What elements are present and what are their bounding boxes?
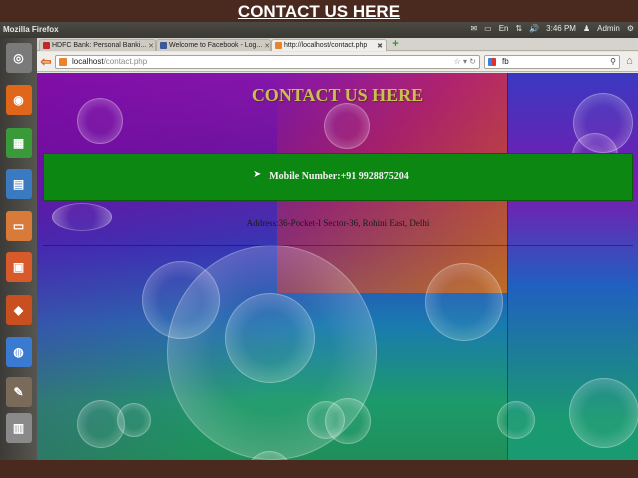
launcher-item[interactable]: ✎ — [3, 374, 34, 410]
software-center-icon: ◆ — [5, 295, 32, 325]
bubble — [497, 401, 535, 439]
search-bar[interactable]: fb ⚲ — [484, 55, 620, 69]
search-engine-icon[interactable] — [488, 58, 496, 66]
tab-label: Welcome to Facebook - Log... — [169, 42, 263, 49]
bottom-bar — [0, 460, 638, 478]
reload-icon[interactable]: ↻ — [469, 57, 476, 66]
launcher-item[interactable]: ▦ — [3, 125, 34, 161]
bubble — [117, 403, 151, 437]
calc-icon: ▦ — [5, 128, 32, 158]
bubble — [425, 263, 503, 341]
page-viewport: CONTACT US HERE Mobile Number:+91 992887… — [37, 73, 638, 460]
page-heading: CONTACT US HERE — [251, 85, 424, 105]
network-icon[interactable]: ⇅ — [516, 24, 523, 33]
user-icon[interactable]: ♟ — [583, 24, 590, 33]
system-tray: ✉ ▭ En ⇅ 🔊 3:46 PM ♟ Admin ⚙ — [470, 24, 634, 33]
mobile-number: Mobile Number:+91 9928875204 — [269, 171, 409, 182]
launcher-item[interactable]: ▣ — [3, 249, 34, 285]
bubble — [225, 293, 315, 383]
system-top-bar: Mozilla Firefox ✉ ▭ En ⇅ 🔊 3:46 PM ♟ Adm… — [0, 22, 638, 38]
url-tools: ☆ ▾ ↻ — [454, 56, 476, 68]
presentation-icon: ▣ — [5, 252, 32, 282]
firefox-icon: ◉ — [5, 85, 32, 115]
launcher-item[interactable]: ▤ — [3, 166, 34, 202]
tab-bar: HDFC Bank: Personal Banki... ✕ Welcome t… — [37, 38, 638, 51]
dropdown-icon[interactable]: ▾ — [463, 57, 467, 66]
tab-label: http://localhost/contact.php — [284, 42, 368, 49]
address-panel: Address:36-Pocket-I Sector-36, Rohini Ea… — [43, 201, 633, 246]
facebook-favicon-icon — [160, 42, 167, 49]
bubble — [324, 103, 370, 149]
url-path: /contact.php — [103, 57, 148, 66]
new-tab-button[interactable]: + — [390, 39, 401, 50]
launcher-item[interactable]: ◉ — [3, 82, 34, 118]
browser-window: HDFC Bank: Personal Banki... ✕ Welcome t… — [37, 38, 638, 460]
mouse-cursor-icon: ➤ — [253, 169, 262, 180]
keyboard-icon[interactable]: En — [499, 24, 509, 33]
launcher-item[interactable]: ▥ — [3, 410, 34, 446]
tab-contact[interactable]: http://localhost/contact.php ✖ — [271, 39, 387, 51]
bubble — [325, 398, 371, 444]
volume-icon[interactable]: 🔊 — [529, 24, 539, 33]
launcher: ◎ ◉ ▦ ▤ ▭ ▣ ◆ ◍ ✎ ▥ — [0, 38, 37, 460]
page-favicon-icon — [275, 42, 282, 49]
files-icon: ▭ — [5, 211, 32, 241]
site-identity-icon[interactable] — [59, 58, 67, 66]
gear-icon[interactable]: ⚙ — [627, 24, 634, 33]
mail-icon[interactable]: ✉ — [470, 24, 477, 33]
impress-icon: ▤ — [5, 169, 32, 199]
clock[interactable]: 3:46 PM — [546, 24, 576, 33]
close-tab-icon[interactable]: ✕ — [148, 42, 154, 50]
address-text: Address:36-Pocket-I Sector-36, Rohini Ea… — [246, 218, 430, 228]
close-tab-icon[interactable]: ✕ — [264, 42, 270, 50]
launcher-item[interactable]: ▭ — [3, 208, 34, 244]
bookmark-star-icon[interactable]: ☆ — [454, 57, 461, 66]
launcher-item[interactable]: ◆ — [3, 292, 34, 328]
url-host: localhost — [72, 57, 104, 66]
url-bar[interactable]: localhost/contact.php ☆ ▾ ↻ — [55, 55, 480, 69]
home-icon[interactable]: ⌂ — [623, 55, 636, 68]
bubble — [142, 261, 220, 339]
window-title: Mozilla Firefox — [3, 25, 59, 34]
search-input[interactable]: fb — [502, 57, 509, 66]
user-name[interactable]: Admin — [597, 24, 620, 33]
gimp-icon: ✎ — [5, 377, 32, 407]
launcher-item[interactable]: ◍ — [3, 334, 34, 370]
battery-icon[interactable]: ▭ — [484, 24, 492, 33]
ubuntu-home-icon: ◎ — [5, 43, 32, 73]
search-icon[interactable]: ⚲ — [610, 56, 616, 68]
hdfc-favicon-icon — [43, 42, 50, 49]
bubble — [569, 378, 638, 448]
slide-title: CONTACT US HERE — [0, 0, 638, 22]
tab-facebook[interactable]: Welcome to Facebook - Log... ✕ — [156, 39, 271, 51]
workspace-icon: ▥ — [5, 413, 32, 443]
close-tab-icon[interactable]: ✖ — [377, 42, 383, 50]
mobile-panel: Mobile Number:+91 9928875204 — [43, 153, 633, 201]
chromium-icon: ◍ — [5, 337, 32, 367]
tab-label: HDFC Bank: Personal Banki... — [52, 42, 147, 49]
launcher-item[interactable]: ◎ — [3, 40, 34, 76]
tab-hdfc[interactable]: HDFC Bank: Personal Banki... ✕ — [39, 39, 156, 51]
navigation-bar: ⇦ localhost/contact.php ☆ ▾ ↻ fb ⚲ ⌂ — [37, 52, 638, 72]
back-button[interactable]: ⇦ — [39, 55, 53, 69]
